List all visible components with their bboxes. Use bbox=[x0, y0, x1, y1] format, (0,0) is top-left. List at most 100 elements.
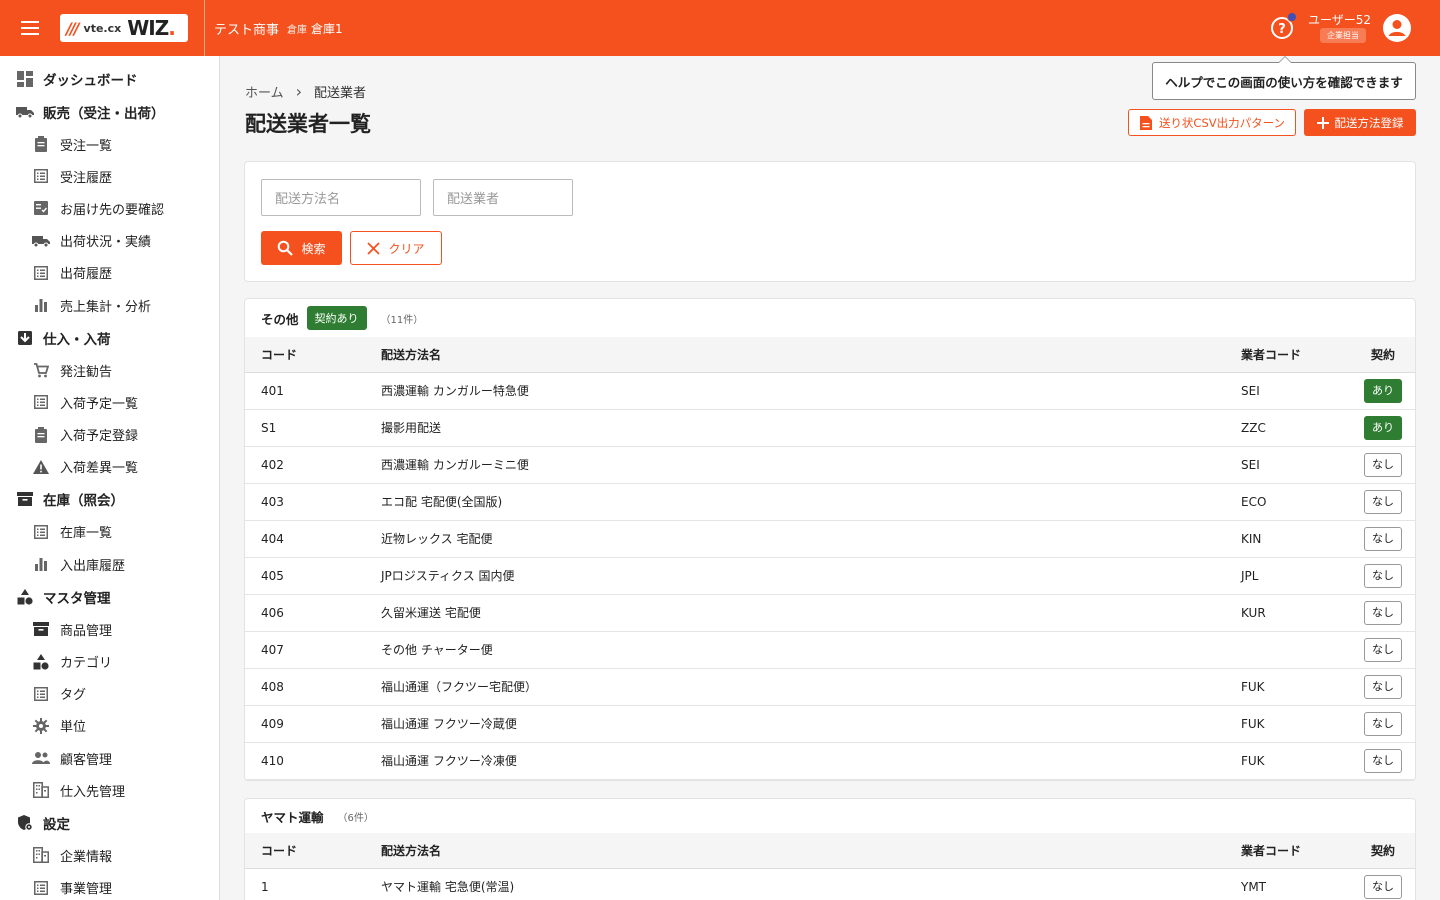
cell-code: 408 bbox=[245, 668, 381, 706]
logo-small-text: vte.cx bbox=[83, 21, 122, 35]
table-row[interactable]: 410 福山通運 フクツー冷凍便 FUK なし bbox=[245, 742, 1415, 780]
col-method[interactable]: 配送方法名 bbox=[381, 337, 1241, 373]
cell-code: 404 bbox=[245, 520, 381, 558]
group-count: （6件） bbox=[337, 812, 374, 824]
sidebar-item[interactable]: 販売（受注・出荷） bbox=[0, 95, 219, 128]
search-label: 検索 bbox=[301, 241, 326, 256]
cell-carrier-code: FUK bbox=[1241, 668, 1351, 706]
sidebar-item[interactable]: 入荷予定一覧 bbox=[0, 386, 219, 418]
bar-chart-icon bbox=[32, 555, 50, 573]
sidebar-item[interactable]: 売上集計・分析 bbox=[0, 289, 219, 321]
cell-method: 西濃運輸 カンガルーミニ便 bbox=[381, 446, 1241, 484]
table-row[interactable]: 407 その他 チャーター便 なし bbox=[245, 631, 1415, 669]
sidebar-item-label: 商品管理 bbox=[60, 623, 113, 639]
sidebar-item[interactable]: 入荷差異一覧 bbox=[0, 451, 219, 483]
carrier-table: コード 配送方法名 業者コード 契約 401 西濃運輸 カンガルー特急便 SEI あり… bbox=[245, 337, 1415, 780]
user-name[interactable]: ユーザー52 bbox=[1308, 11, 1371, 28]
warning-icon bbox=[32, 458, 50, 476]
table-row[interactable]: 401 西濃運輸 カンガルー特急便 SEI あり bbox=[245, 372, 1415, 410]
col-code[interactable]: コード bbox=[245, 337, 381, 373]
cell-code: 401 bbox=[245, 372, 381, 410]
cell-carrier-code: SEI bbox=[1241, 446, 1351, 484]
archive-icon bbox=[32, 620, 50, 638]
table-row[interactable]: 404 近物レックス 宅配便 KIN なし bbox=[245, 520, 1415, 558]
carrier-input[interactable]: 配送業者 bbox=[433, 179, 573, 216]
sidebar-item[interactable]: 受注履歴 bbox=[0, 160, 219, 192]
contract-status-badge: なし bbox=[1364, 489, 1402, 514]
col-code[interactable]: コード bbox=[245, 833, 381, 869]
sidebar-item[interactable]: 顧客管理 bbox=[0, 742, 219, 774]
carrier-group-yamato: ヤマト運輸 （6件） コード 配送方法名 業者コード 契約 1 ヤマト運輸 宅急便… bbox=[244, 798, 1416, 900]
sidebar-item[interactable]: 入荷予定登録 bbox=[0, 419, 219, 451]
cell-contract: なし bbox=[1351, 557, 1415, 595]
contract-status-badge: なし bbox=[1364, 711, 1402, 736]
col-contract[interactable]: 契約 bbox=[1351, 337, 1415, 373]
warehouse-name[interactable]: 倉庫1 bbox=[311, 20, 343, 37]
cell-code: 407 bbox=[245, 631, 381, 669]
table-row[interactable]: 405 JPロジスティクス 国内便 JPL なし bbox=[245, 557, 1415, 595]
table-row[interactable]: 408 福山通運（フクツー宅配便） FUK なし bbox=[245, 668, 1415, 706]
sidebar-item-label: タグ bbox=[60, 688, 87, 704]
col-carrier-code[interactable]: 業者コード bbox=[1241, 833, 1351, 869]
table-row[interactable]: S1 撮影用配送 ZZC あり bbox=[245, 409, 1415, 447]
cart-icon bbox=[32, 361, 50, 379]
sidebar-item[interactable]: 仕入先管理 bbox=[0, 774, 219, 806]
col-method[interactable]: 配送方法名 bbox=[381, 833, 1241, 869]
app-header: /// vte.cx WIZ. テスト商事 倉庫 倉庫1 bbox=[0, 0, 1440, 56]
sidebar-item-label: 発注勧告 bbox=[60, 364, 113, 380]
search-button[interactable]: 検索 bbox=[261, 231, 342, 265]
csv-pattern-button[interactable]: 送り状CSV出力パターン bbox=[1128, 109, 1296, 136]
sidebar-item[interactable]: 入出庫履歴 bbox=[0, 548, 219, 580]
sidebar-item[interactable]: 在庫（照会） bbox=[0, 483, 219, 516]
sidebar-item[interactable]: タグ bbox=[0, 678, 219, 710]
add-method-button[interactable]: 配送方法登録 bbox=[1304, 109, 1416, 136]
sidebar-item[interactable]: 出荷履歴 bbox=[0, 257, 219, 289]
table-row[interactable]: 406 久留米運送 宅配便 KUR なし bbox=[245, 594, 1415, 632]
sidebar-item-label: 入荷予定一覧 bbox=[60, 396, 139, 412]
breadcrumb-home[interactable]: ホーム bbox=[245, 82, 284, 101]
warehouse-label: 倉庫 bbox=[287, 24, 308, 36]
list-icon bbox=[32, 393, 50, 411]
sidebar-item-label: 在庫（照会） bbox=[43, 493, 124, 510]
sidebar-item[interactable]: 出荷状況・実績 bbox=[0, 225, 219, 257]
cell-code: 1 bbox=[245, 868, 381, 900]
sidebar-item[interactable]: 在庫一覧 bbox=[0, 516, 219, 548]
table-row[interactable]: 402 西濃運輸 カンガルーミニ便 SEI なし bbox=[245, 446, 1415, 484]
cell-carrier-code bbox=[1241, 631, 1351, 669]
sidebar-item[interactable]: 設定 bbox=[0, 806, 219, 839]
sidebar-item[interactable]: 発注勧告 bbox=[0, 354, 219, 386]
table-row[interactable]: 409 福山通運 フクツー冷蔵便 FUK なし bbox=[245, 705, 1415, 743]
sidebar-item[interactable]: 企業情報 bbox=[0, 839, 219, 871]
sidebar-item[interactable]: 受注一覧 bbox=[0, 128, 219, 160]
cell-code: 406 bbox=[245, 594, 381, 632]
group-name: その他 bbox=[261, 311, 299, 327]
notification-dot bbox=[1287, 12, 1297, 22]
sidebar-item[interactable]: 事業管理 bbox=[0, 872, 219, 900]
clear-button[interactable]: クリア bbox=[350, 231, 442, 265]
menu-button[interactable] bbox=[0, 0, 60, 56]
table-row[interactable]: 403 エコ配 宅配便(全国版) ECO なし bbox=[245, 483, 1415, 521]
sidebar-item[interactable]: 商品管理 bbox=[0, 613, 219, 645]
contract-badge: 契約あり bbox=[306, 306, 367, 330]
sidebar-item-label: 受注一覧 bbox=[60, 138, 113, 154]
sidebar-item[interactable]: 単位 bbox=[0, 710, 219, 742]
close-icon bbox=[367, 241, 381, 255]
method-name-input[interactable]: 配送方法名 bbox=[261, 179, 421, 216]
contract-status-badge: なし bbox=[1364, 526, 1402, 551]
sidebar-item[interactable]: 仕入・入荷 bbox=[0, 321, 219, 354]
account-button[interactable] bbox=[1382, 13, 1412, 43]
gear-icon bbox=[32, 717, 50, 735]
sidebar-item-label: 販売（受注・出荷） bbox=[43, 105, 165, 122]
sidebar-item[interactable]: カテゴリ bbox=[0, 645, 219, 677]
sidebar-item[interactable]: マスタ管理 bbox=[0, 580, 219, 613]
clipboard-icon bbox=[32, 426, 50, 444]
app-logo[interactable]: /// vte.cx WIZ. bbox=[60, 14, 188, 42]
col-contract[interactable]: 契約 bbox=[1351, 833, 1415, 869]
sidebar-item[interactable]: お届け先の要確認 bbox=[0, 192, 219, 224]
company-name[interactable]: テスト商事 bbox=[214, 19, 279, 38]
col-carrier-code[interactable]: 業者コード bbox=[1241, 337, 1351, 373]
table-row[interactable]: 1 ヤマト運輸 宅急便(常温) YMT なし bbox=[245, 868, 1415, 900]
list-icon bbox=[32, 264, 50, 282]
sidebar-item[interactable]: ダッシュボード bbox=[0, 62, 219, 95]
sidebar-item-label: お届け先の要確認 bbox=[60, 202, 165, 218]
